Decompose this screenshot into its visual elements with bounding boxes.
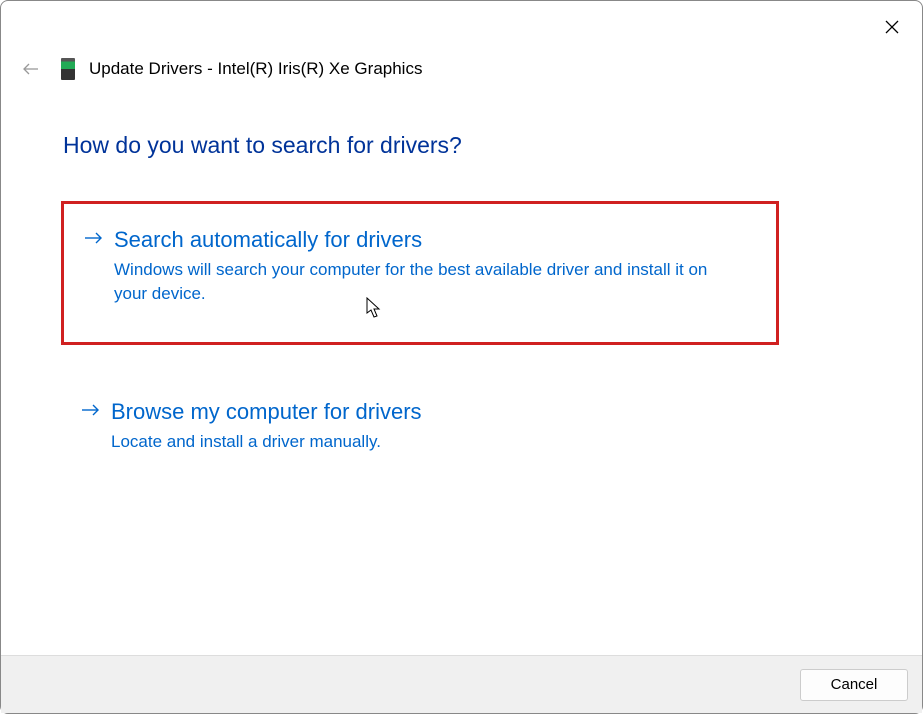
option-title: Browse my computer for drivers: [111, 398, 759, 426]
option-description: Windows will search your computer for th…: [114, 258, 734, 306]
arrow-right-icon: [81, 398, 101, 426]
arrow-right-icon: [84, 226, 104, 254]
footer-bar: Cancel: [1, 655, 922, 713]
option-search-automatically[interactable]: Search automatically for drivers Windows…: [61, 201, 779, 345]
option-browse-computer[interactable]: Browse my computer for drivers Locate an…: [61, 376, 779, 490]
close-icon: [885, 20, 899, 34]
back-arrow-icon: [22, 62, 40, 76]
window-title: Update Drivers - Intel(R) Iris(R) Xe Gra…: [89, 59, 422, 79]
page-heading: How do you want to search for drivers?: [63, 132, 462, 159]
header-row: Update Drivers - Intel(R) Iris(R) Xe Gra…: [19, 57, 422, 81]
option-title: Search automatically for drivers: [114, 226, 756, 254]
option-description: Locate and install a driver manually.: [111, 430, 731, 454]
device-icon: [61, 58, 75, 80]
cancel-button[interactable]: Cancel: [800, 669, 908, 701]
back-button: [19, 57, 43, 81]
close-button[interactable]: [876, 11, 908, 43]
